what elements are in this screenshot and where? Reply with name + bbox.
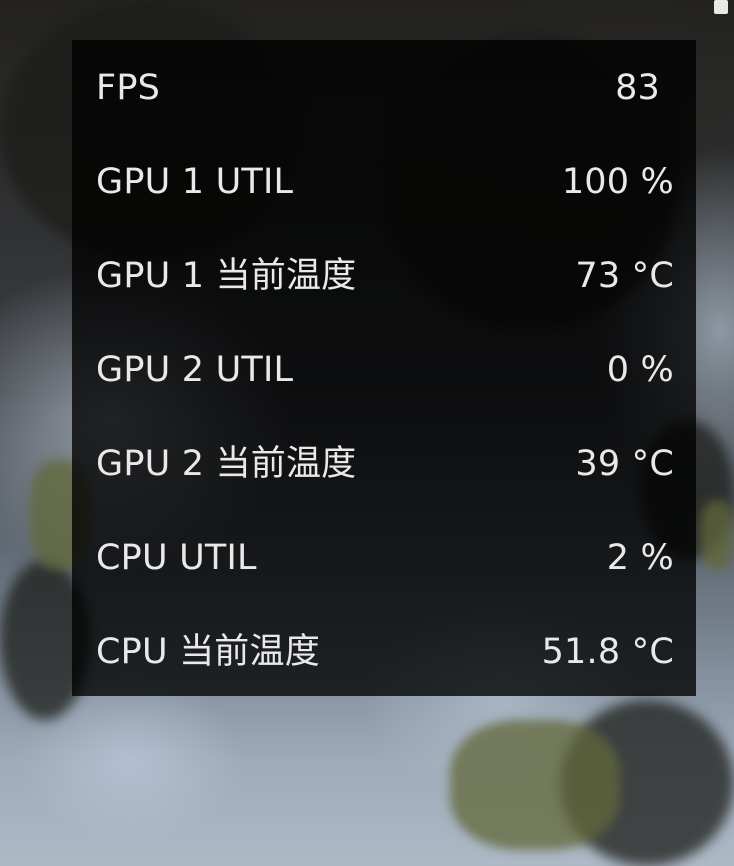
metric-label: CPU UTIL: [96, 538, 257, 578]
metric-row-gpu2-temp: GPU 2 当前温度 39 °C: [96, 434, 674, 494]
tree-branch: [450, 720, 620, 850]
metric-row-cpu-temp: CPU 当前温度 51.8 °C: [96, 622, 674, 682]
metric-label: GPU 2 UTIL: [96, 350, 294, 390]
performance-overlay-panel: FPS 83 GPU 1 UTIL 100 % GPU 1 当前温度 73 °C…: [72, 40, 696, 696]
metric-value: 73 °C: [575, 256, 674, 296]
metric-value: 100 %: [561, 162, 674, 202]
metric-row-gpu1-util: GPU 1 UTIL 100 %: [96, 152, 674, 212]
metric-label: FPS: [96, 68, 161, 108]
metric-row-gpu2-util: GPU 2 UTIL 0 %: [96, 340, 674, 400]
metric-value: 0 %: [606, 350, 674, 390]
metric-value: 2 %: [606, 538, 674, 578]
metric-row-gpu1-temp: GPU 1 当前温度 73 °C: [96, 246, 674, 306]
metric-value: 83: [615, 68, 660, 108]
metric-row-cpu-util: CPU UTIL 2 %: [96, 528, 674, 588]
metric-label: GPU 2 当前温度: [96, 444, 357, 484]
metric-label: CPU 当前温度: [96, 632, 320, 672]
metric-row-fps: FPS 83: [96, 58, 674, 118]
tree-branch: [700, 500, 734, 570]
metric-label: GPU 1 当前温度: [96, 256, 357, 296]
metric-label: GPU 1 UTIL: [96, 162, 294, 202]
metric-value: 51.8 °C: [541, 632, 674, 672]
metric-value: 39 °C: [575, 444, 674, 484]
window-corner-marker: [714, 0, 728, 14]
